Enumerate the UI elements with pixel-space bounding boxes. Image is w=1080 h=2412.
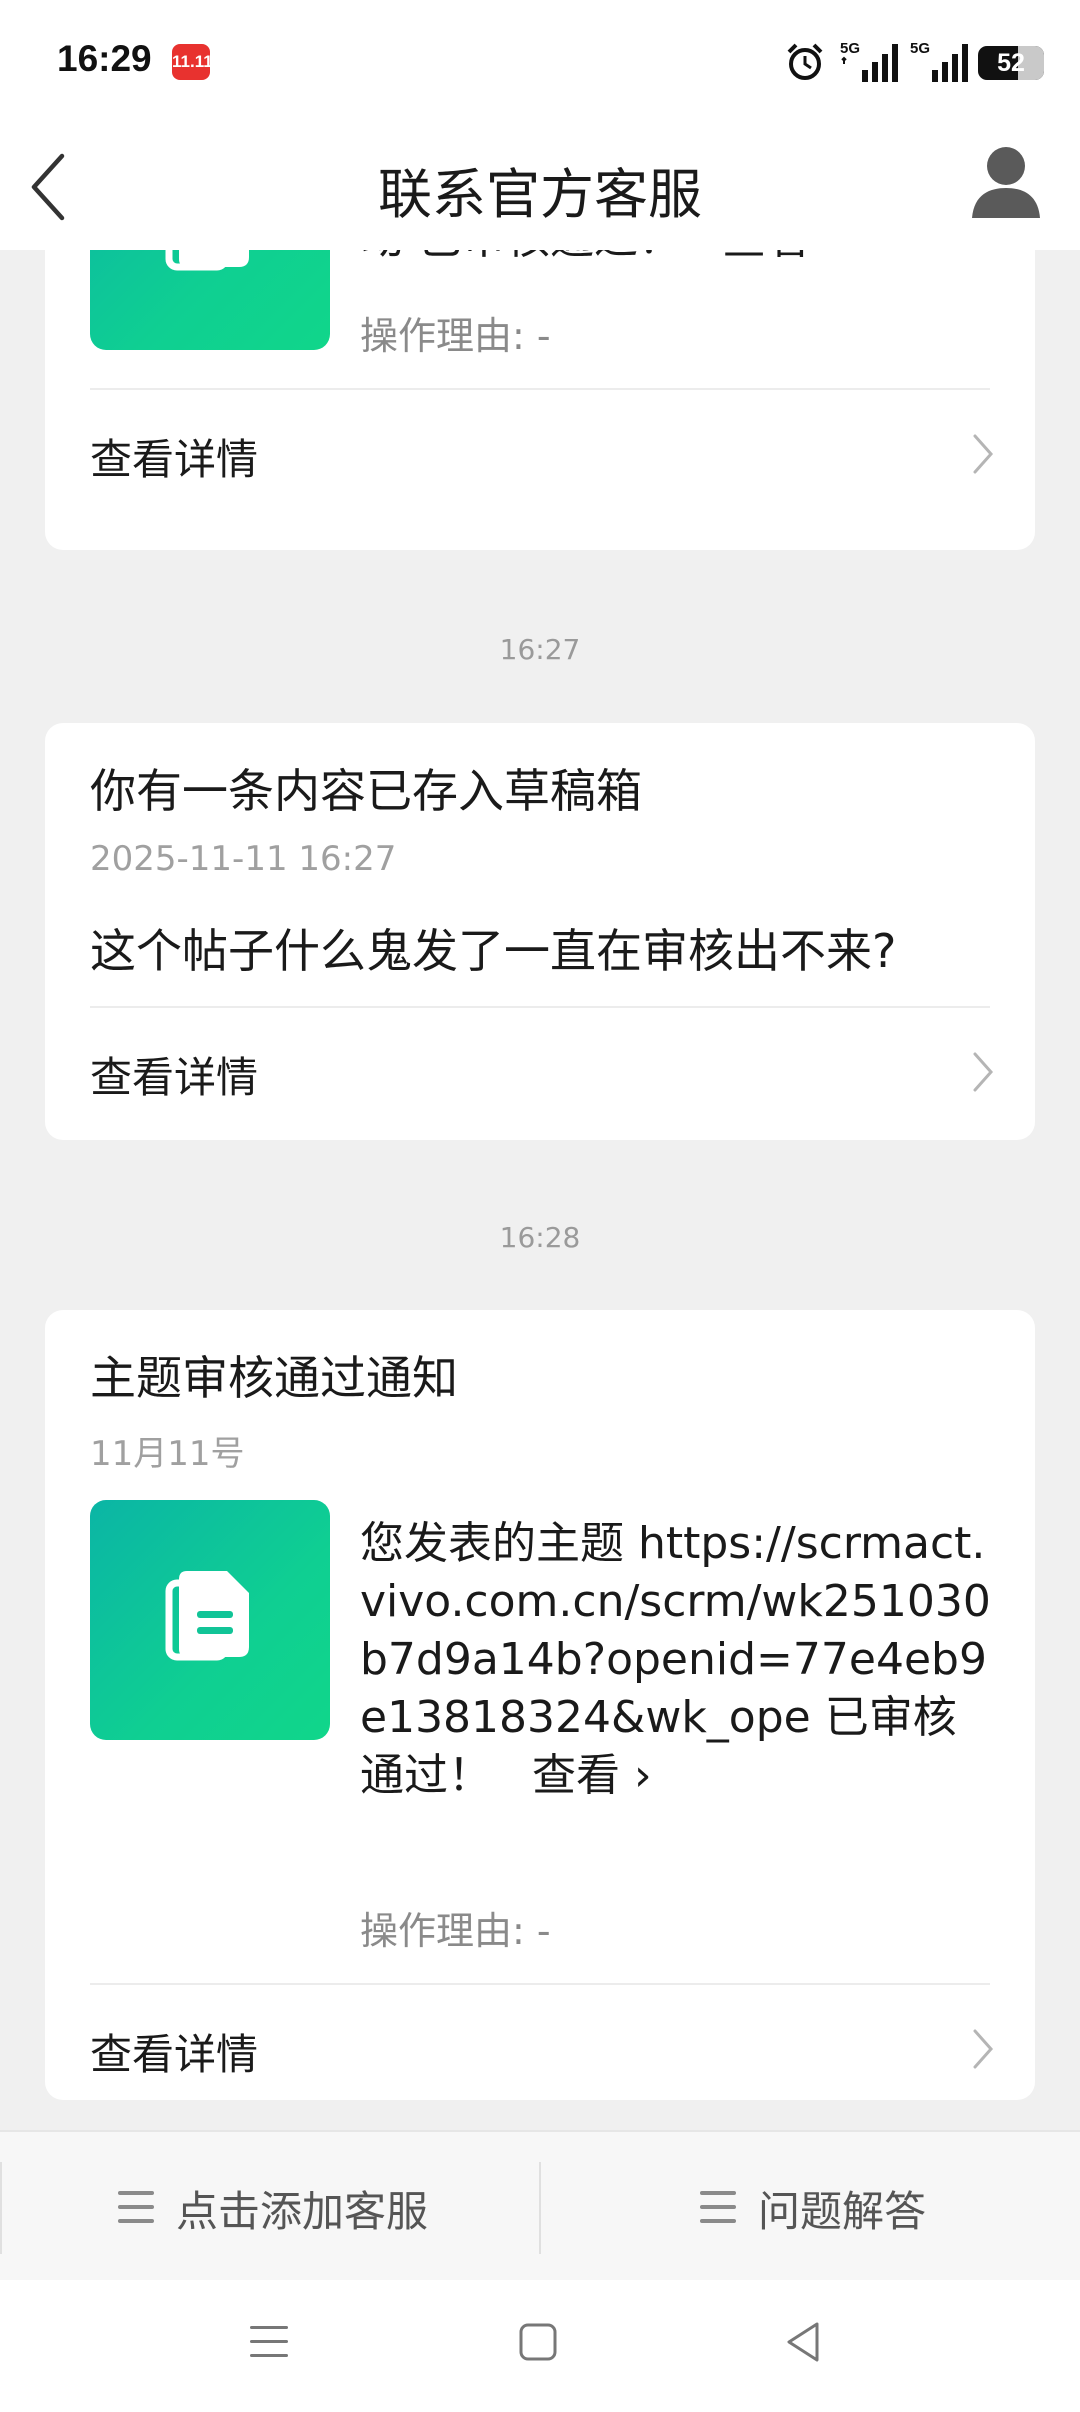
topic-approved-card: 主题审核通过通知 11月11号 您发表的主题 https://scrmact.v… (45, 1310, 1035, 2100)
view-details-row[interactable]: 查看详情 (45, 1985, 1035, 2100)
message-list[interactable]: 动 已审核通过！ 查看 › 操作理由: - 查看详情 16:27 你有一条内容已存… (0, 250, 1080, 2130)
signal-5g-icon-2: 5G (910, 40, 968, 82)
notice-text: 您发表的主题 https://scrmact.vivo.com.cn/scrm/… (360, 1515, 1000, 1805)
card-body: 这个帖子什么鬼发了一直在审核出不来? (90, 924, 897, 978)
notice-thumbnail (90, 1500, 330, 1740)
view-details-row[interactable]: 查看详情 (45, 390, 1035, 520)
recent-apps-icon[interactable] (248, 2320, 290, 2364)
draft-notice-card: 你有一条内容已存入草稿箱 2025-11-11 16:27 这个帖子什么鬼发了一… (45, 723, 1035, 1140)
view-details-label: 查看详情 (90, 2030, 259, 2079)
audit-notice-card-1: 动 已审核通过！ 查看 › 操作理由: - 查看详情 (45, 250, 1035, 550)
nav-bar: 联系官方客服 (0, 120, 1080, 250)
notice-text: 动 已审核通过！ 查看 › (360, 250, 1000, 268)
network-label-1: 5G (840, 40, 860, 57)
chevron-right-icon (973, 1052, 994, 1092)
system-navigation-bar (0, 2280, 1080, 2412)
card-date: 2025-11-11 16:27 (90, 839, 397, 879)
bottom-menu: 点击添加客服 问题解答 (0, 2130, 1080, 2280)
card-title: 主题审核通过通知 (90, 1351, 458, 1405)
message-timestamp: 16:27 (499, 633, 581, 666)
back-triangle-icon[interactable] (783, 2320, 823, 2364)
card-date: 11月11号 (90, 1434, 245, 1474)
card-title: 你有一条内容已存入草稿箱 (90, 764, 642, 818)
signal-5g-icon: 5G (840, 40, 898, 82)
chevron-right-icon (973, 2029, 994, 2069)
view-link[interactable]: 查看 › (722, 250, 842, 264)
view-link[interactable]: 查看 › (532, 1750, 652, 1801)
chevron-right-icon (973, 434, 994, 474)
add-service-button[interactable]: 点击添加客服 (0, 2132, 539, 2282)
document-icon (165, 250, 249, 271)
home-icon[interactable] (518, 2320, 558, 2364)
notice-text-body: 您发表的主题 https://scrmact.vivo.com.cn/scrm/… (360, 1518, 991, 1801)
battery-level: 52 (997, 49, 1025, 77)
view-details-label: 查看详情 (90, 1053, 259, 1102)
document-icon (165, 1571, 249, 1661)
notice-text-tail: 动 已审核通过！ (360, 250, 682, 264)
shopping-app-notification-icon: 11.11 (172, 44, 213, 80)
menu-icon (118, 2191, 154, 2223)
message-timestamp: 16:28 (499, 1221, 581, 1254)
operation-reason: 操作理由: - (360, 1909, 551, 1953)
faq-button[interactable]: 问题解答 (541, 2132, 1080, 2282)
profile-button[interactable] (968, 142, 1044, 222)
page-title: 联系官方客服 (378, 163, 702, 226)
status-bar: 16:29 11.11 5G 5G 52 (0, 0, 1080, 120)
add-service-label: 点击添加客服 (176, 2187, 429, 2236)
alarm-icon (787, 43, 823, 80)
battery-icon: 52 (978, 46, 1044, 80)
view-details-label: 查看详情 (90, 435, 259, 484)
operation-reason: 操作理由: - (360, 314, 551, 358)
view-details-row[interactable]: 查看详情 (45, 1008, 1035, 1138)
status-time: 16:29 (57, 38, 152, 79)
faq-label: 问题解答 (758, 2187, 927, 2236)
notice-thumbnail (90, 250, 330, 350)
user-icon (972, 147, 1040, 218)
network-label-2: 5G (910, 40, 930, 57)
menu-icon (700, 2191, 736, 2223)
